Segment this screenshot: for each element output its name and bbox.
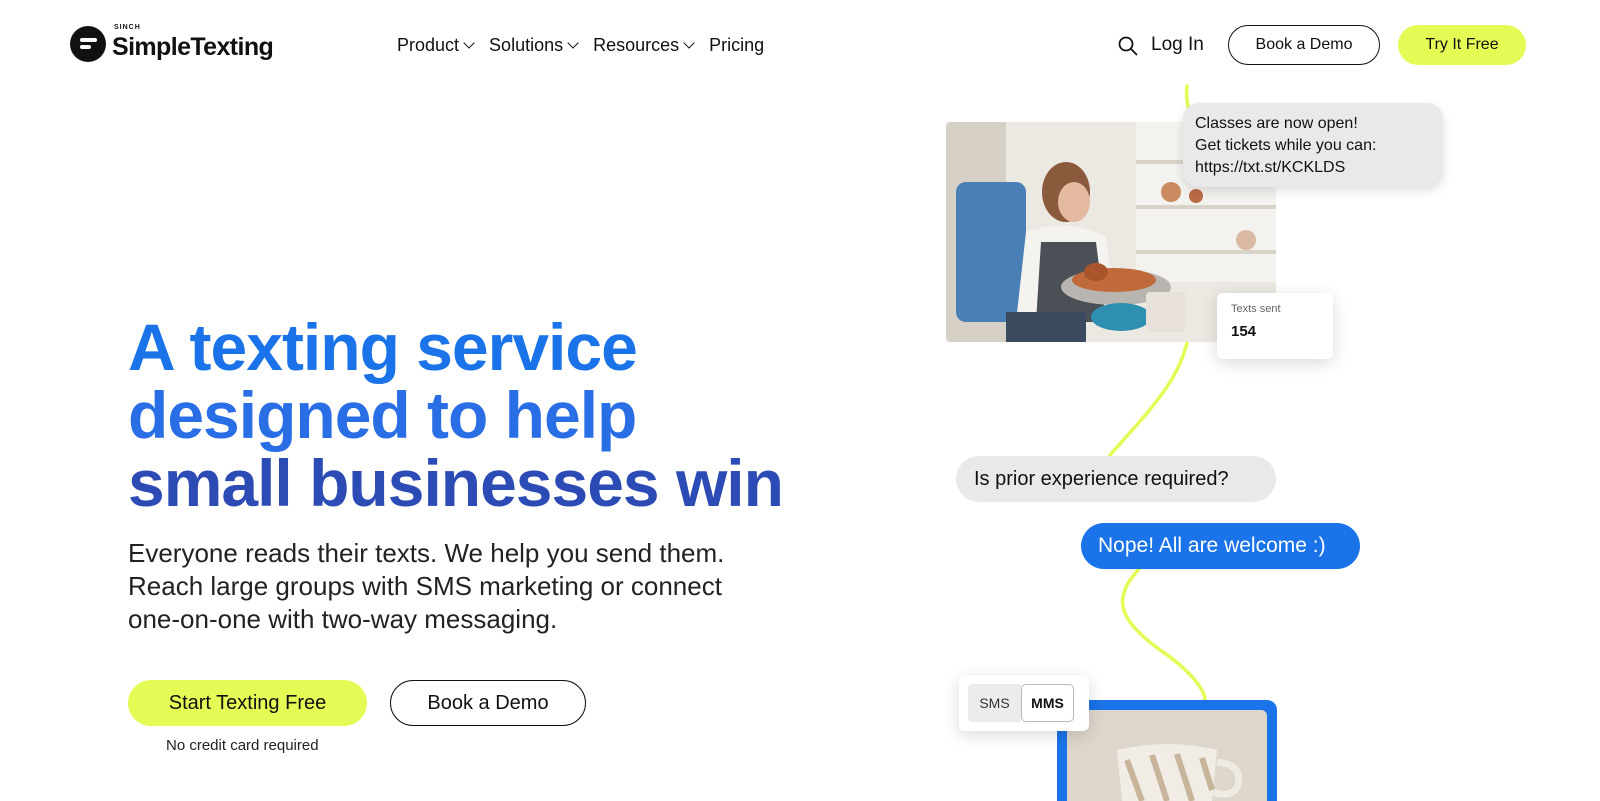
logo-sinch-text: SINCH <box>114 24 141 31</box>
hero-title: A texting service designed to help small… <box>128 310 784 520</box>
nav-product-label: Product <box>397 35 460 55</box>
nav-product[interactable]: Product <box>397 35 475 56</box>
main-nav: Product Solutions Resources Pricing <box>397 35 764 56</box>
texts-sent-card: Texts sent 154 <box>1217 293 1333 359</box>
search-icon[interactable] <box>1117 35 1139 57</box>
toggle-option-sms[interactable]: SMS <box>968 684 1021 722</box>
sms-mms-toggle[interactable]: SMS MMS <box>959 675 1089 731</box>
hero-subtitle: Everyone reads their texts. We help you … <box>128 538 725 634</box>
nav-pricing-label: Pricing <box>709 35 765 55</box>
start-texting-free-button[interactable]: Start Texting Free <box>128 680 367 726</box>
hero-title-line-3: small businesses win <box>128 446 784 520</box>
logo-icon <box>70 26 106 62</box>
simpletexting-logo[interactable]: SINCH SimpleTexting <box>70 24 274 62</box>
message-line-3: https://txt.st/KCKLDS <box>1195 159 1346 176</box>
logo-name-text: SimpleTexting <box>112 33 274 61</box>
chevron-down-icon <box>463 37 475 49</box>
texts-sent-value: 154 <box>1231 323 1257 340</box>
site-header: SINCH SimpleTexting Product Solutions Re… <box>0 0 1600 92</box>
hero-title-line-1: A texting service <box>128 310 638 384</box>
login-link[interactable]: Log In <box>1151 34 1204 56</box>
try-free-button[interactable]: Try It Free <box>1398 25 1526 65</box>
nav-solutions-label: Solutions <box>489 35 564 55</box>
message-bubble-answer: Nope! All are welcome :) <box>1081 523 1360 569</box>
chevron-down-icon <box>567 37 579 49</box>
chevron-down-icon <box>683 37 695 49</box>
no-credit-card-note: No credit card required <box>166 737 319 754</box>
mug-photo-frame <box>1057 700 1277 801</box>
message-line-2: Get tickets while you can: <box>1195 137 1377 154</box>
message-bubble-question: Is prior experience required? <box>956 456 1276 502</box>
book-demo-header-button[interactable]: Book a Demo <box>1228 25 1380 65</box>
mug-photo <box>1067 710 1267 801</box>
hero-title-line-2: designed to help <box>128 378 637 452</box>
nav-pricing[interactable]: Pricing <box>709 35 764 56</box>
nav-solutions[interactable]: Solutions <box>489 35 579 56</box>
toggle-option-mms[interactable]: MMS <box>1021 684 1074 722</box>
message-line-1: Classes are now open! <box>1195 115 1358 132</box>
book-demo-button[interactable]: Book a Demo <box>390 680 586 726</box>
nav-resources-label: Resources <box>593 35 680 55</box>
message-bubble-classes-open: Classes are now open! Get tickets while … <box>1183 103 1443 187</box>
nav-resources[interactable]: Resources <box>593 35 695 56</box>
texts-sent-label: Texts sent <box>1231 303 1281 315</box>
